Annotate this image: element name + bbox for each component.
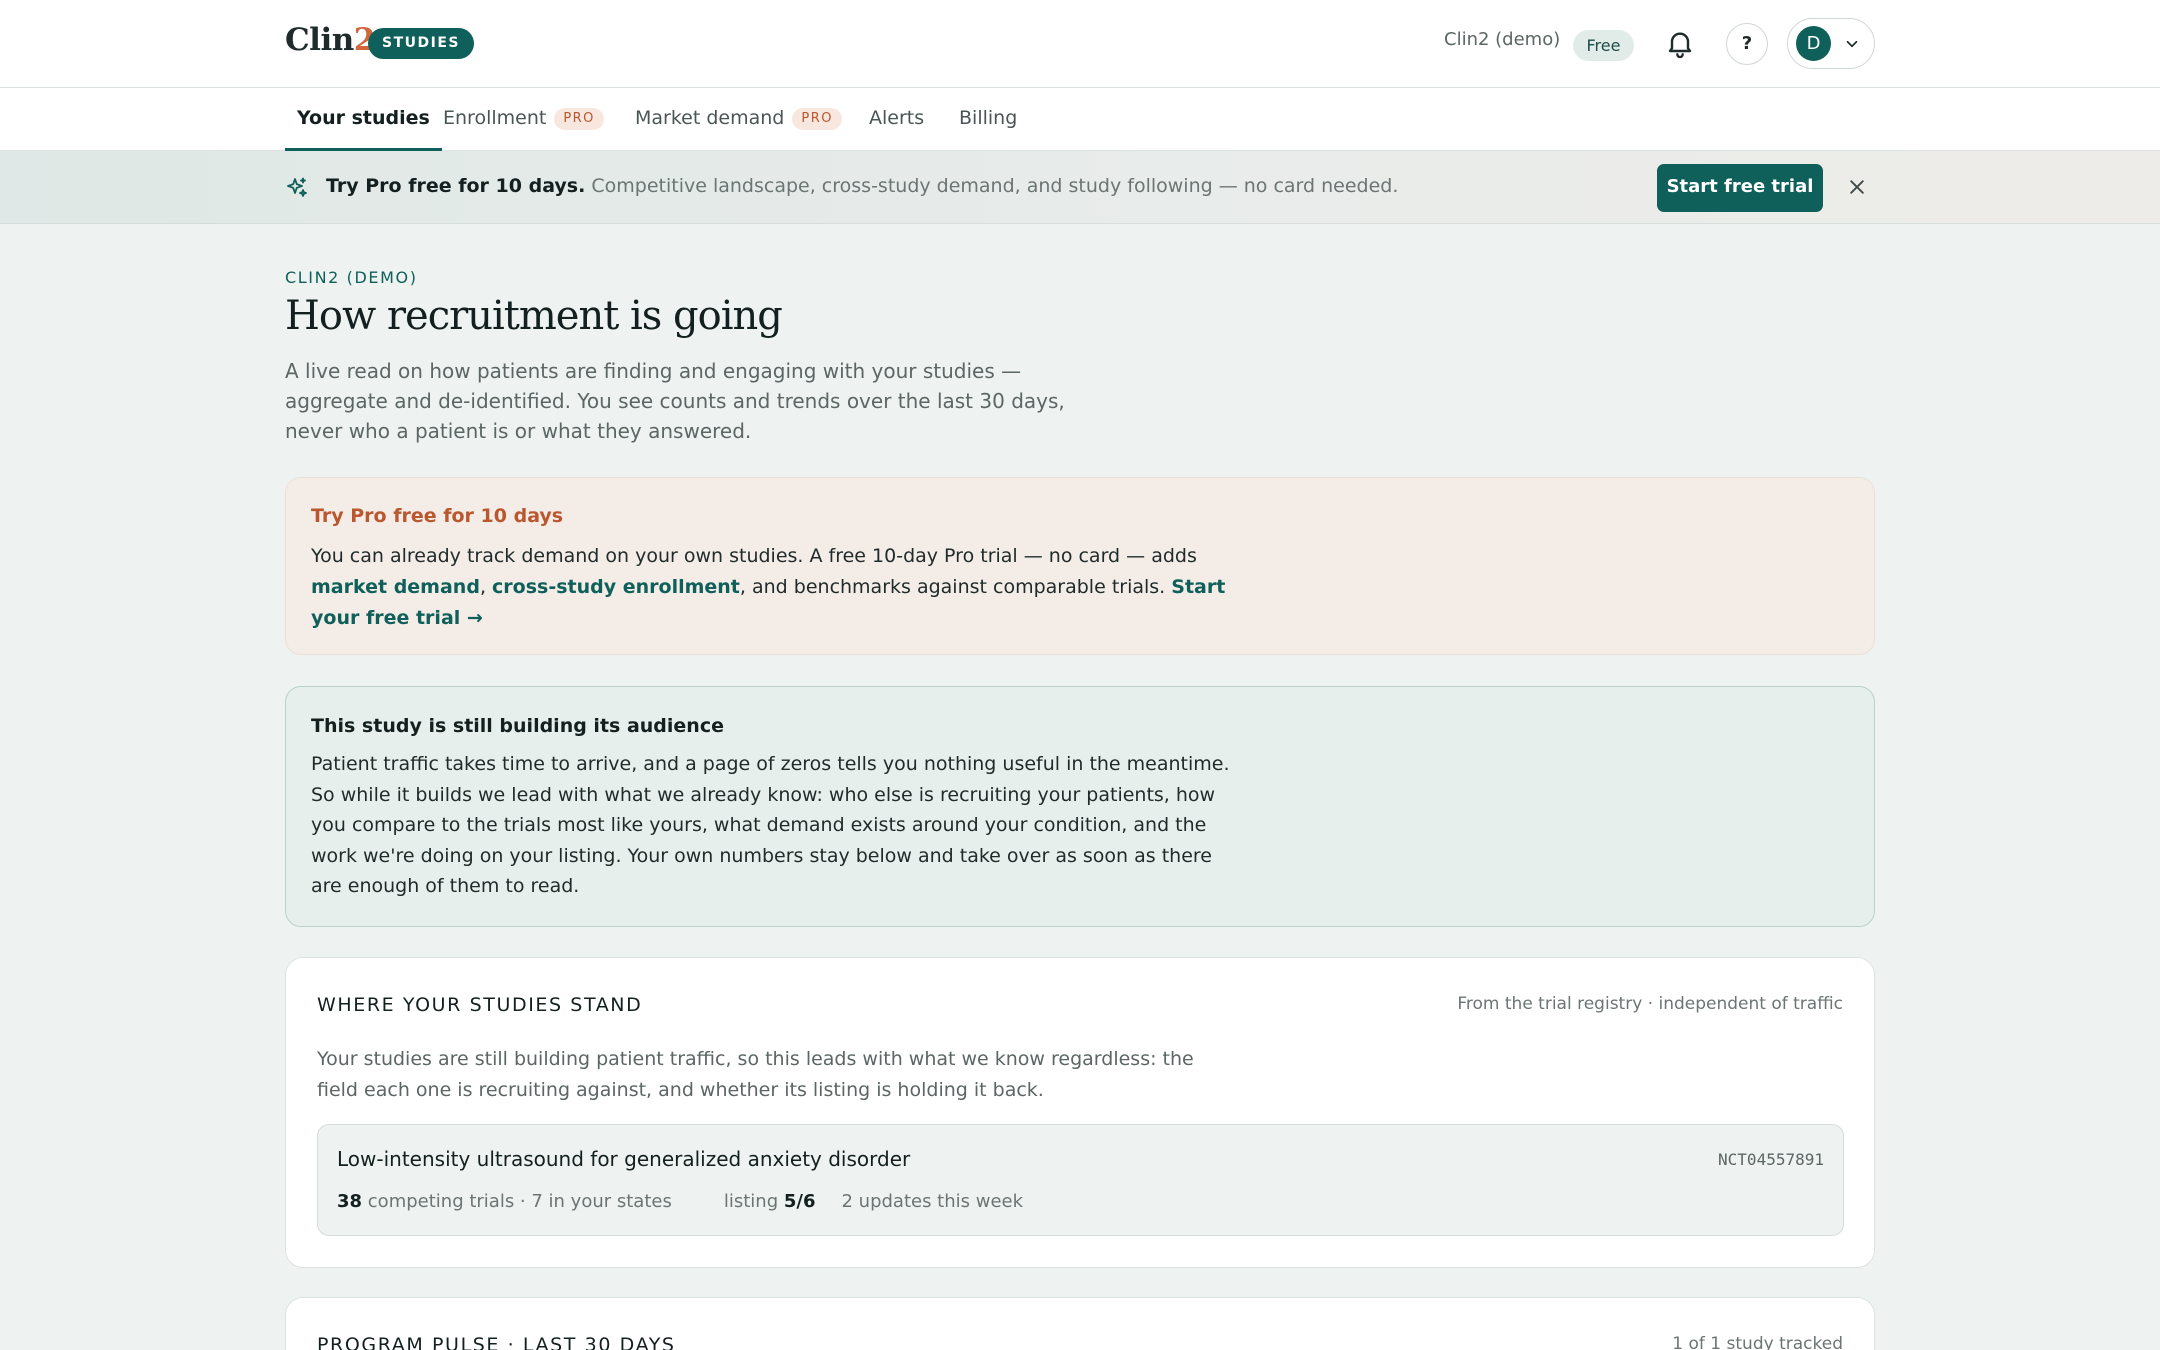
chevron-down-icon — [1846, 40, 1858, 48]
program-pulse-card: PROGRAM PULSE · LAST 30 DAYS 1 of 1 stud… — [285, 1297, 1875, 1350]
study-stats: 38 competing trials · 7 in your states li… — [337, 1191, 1024, 1212]
start-free-trial-button[interactable]: Start free trial — [1657, 164, 1823, 212]
bell-icon[interactable] — [1664, 27, 1696, 59]
notice-body: Patient traffic takes time to arrive, an… — [311, 753, 1230, 897]
page-title: How recruitment is going — [285, 293, 783, 339]
card-description: Your studies are still building patient … — [317, 1048, 1194, 1101]
pro-tag: PRO — [554, 108, 604, 130]
pro-trial-callout: Try Pro free for 10 days You can already… — [285, 477, 1875, 655]
callout-body: You can already track demand on your own… — [311, 545, 1226, 629]
card-title: PROGRAM PULSE · LAST 30 DAYS — [317, 1334, 676, 1350]
account-eyebrow: CLIN2 (DEMO) — [285, 268, 418, 287]
banner-message: Try Pro free for 10 days. Competitive la… — [326, 175, 1399, 197]
cross-study-enrollment-link[interactable]: cross-study enrollment — [492, 576, 740, 598]
close-icon[interactable] — [1847, 177, 1867, 197]
tab-alerts[interactable]: Alerts — [869, 88, 924, 151]
notice-title: This study is still building its audienc… — [311, 715, 724, 737]
tab-market-demand[interactable]: Market demand PRO — [635, 88, 842, 151]
card-meta: From the trial registry · independent of… — [1457, 994, 1843, 1014]
callout-title: Try Pro free for 10 days — [311, 505, 564, 527]
avatar: D — [1796, 26, 1831, 61]
studies-stand-card: WHERE YOUR STUDIES STAND From the trial … — [285, 957, 1875, 1268]
pro-tag: PRO — [792, 108, 842, 130]
study-row[interactable]: Low-intensity ultrasound for generalized… — [317, 1124, 1844, 1236]
page-subtitle: A live read on how patients are finding … — [285, 359, 1065, 443]
plan-badge: Free — [1573, 30, 1634, 61]
top-header: Clin2 STUDIES Clin2 (demo) Free ? D — [0, 0, 2160, 88]
study-name: Low-intensity ultrasound for generalized… — [337, 1147, 911, 1171]
clin2-logo[interactable]: Clin2 — [285, 22, 375, 58]
card-meta: 1 of 1 study tracked — [1672, 1334, 1843, 1350]
help-button[interactable]: ? — [1726, 23, 1768, 65]
product-badge: STUDIES — [368, 28, 474, 59]
tab-billing[interactable]: Billing — [959, 88, 1017, 151]
sparkle-icon — [287, 177, 307, 197]
study-nct-id: NCT04557891 — [1718, 1150, 1824, 1169]
audience-notice: This study is still building its audienc… — [285, 686, 1875, 927]
trial-banner: Try Pro free for 10 days. Competitive la… — [0, 151, 2160, 224]
tab-enrollment[interactable]: Enrollment PRO — [443, 88, 604, 151]
market-demand-link[interactable]: market demand — [311, 576, 480, 598]
main-nav: Your studies Enrollment PRO Market demand… — [0, 88, 2160, 151]
account-name: Clin2 (demo) — [1444, 29, 1561, 50]
card-title: WHERE YOUR STUDIES STAND — [317, 994, 643, 1016]
user-menu-button[interactable]: D — [1787, 18, 1875, 69]
tab-your-studies[interactable]: Your studies — [285, 88, 442, 151]
